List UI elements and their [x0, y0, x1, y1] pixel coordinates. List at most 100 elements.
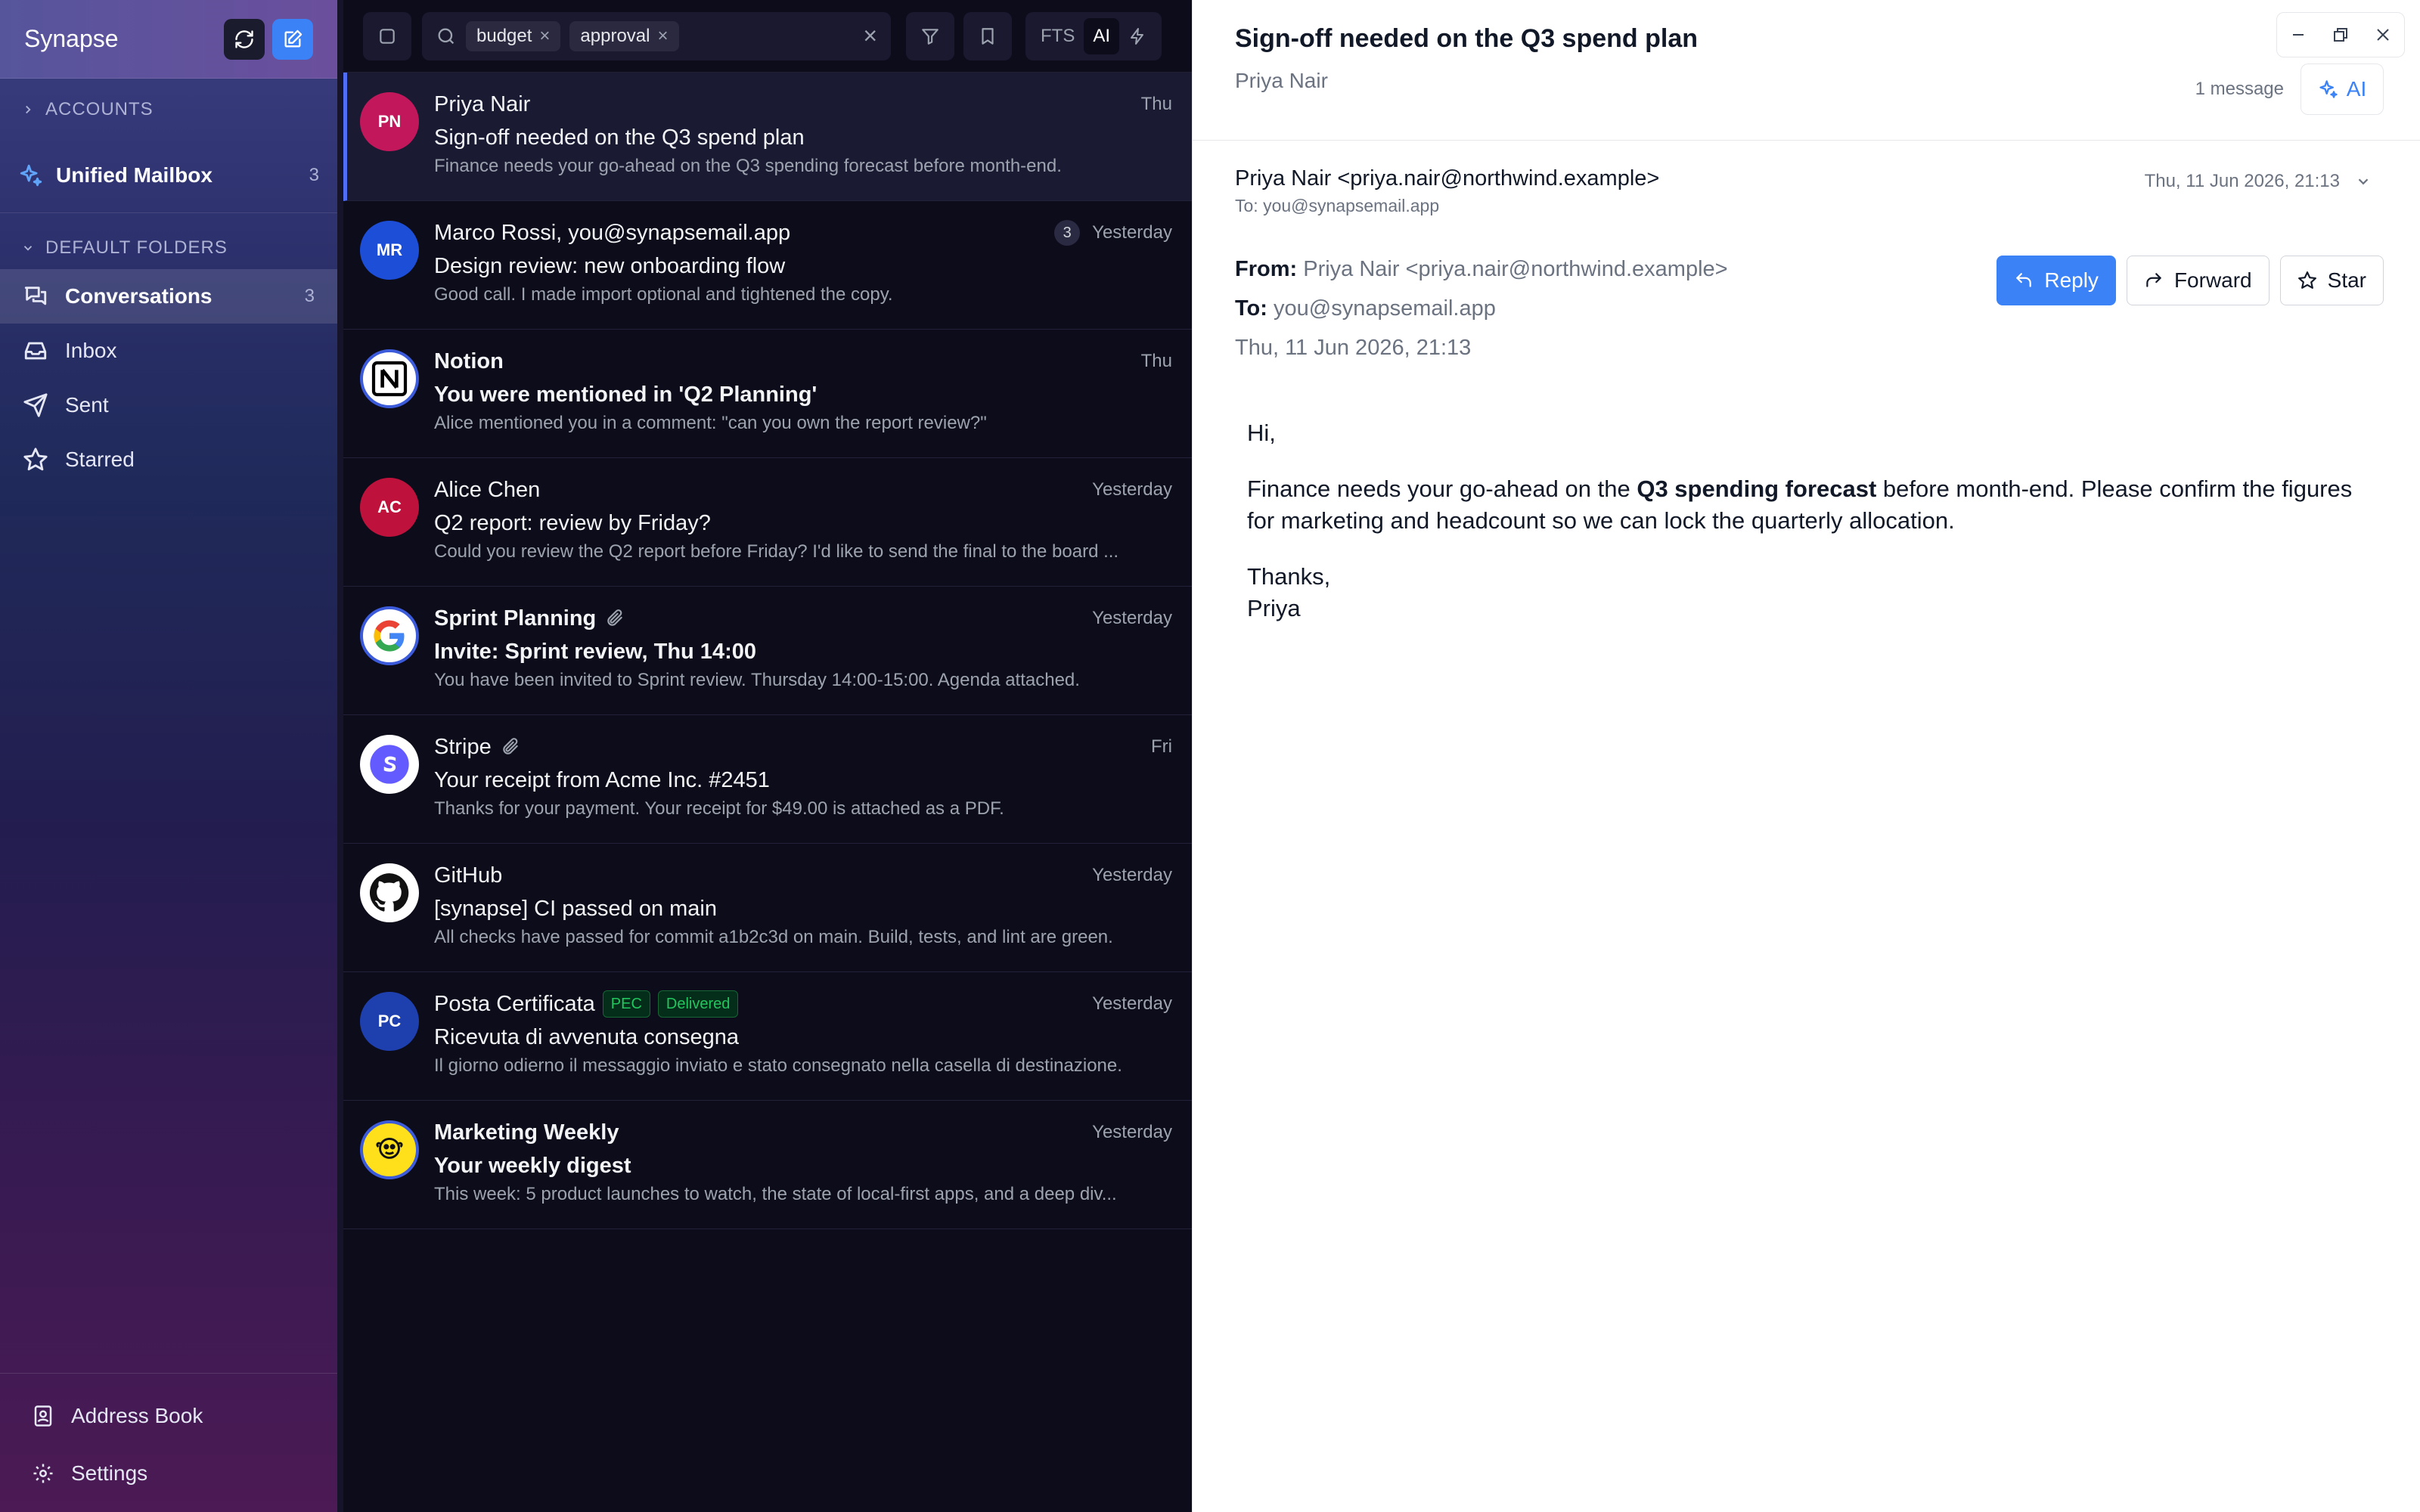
gear-icon: [33, 1464, 53, 1483]
sidebar-header: Synapse: [0, 0, 337, 79]
message-subject: Ricevuta di avvenuta consegna: [434, 1025, 740, 1049]
sync-button[interactable]: [224, 18, 265, 60]
message-sender: Sprint Planning: [434, 606, 597, 631]
message-snippet: Finance needs your go-ahead on the Q3 sp…: [434, 156, 1062, 176]
chevron-down-icon: [2358, 178, 2369, 185]
stripe-logo-icon: [360, 735, 419, 794]
compose-button[interactable]: [272, 18, 313, 60]
message-date: Yesterday: [1092, 993, 1172, 1014]
bookmark-icon: [982, 27, 994, 45]
delivered-badge: Delivered: [657, 990, 739, 1018]
message-snippet: Could you review the Q2 report before Fr…: [434, 541, 1119, 562]
message-sender: Marketing Weekly: [434, 1120, 619, 1145]
sidebar-item-starred[interactable]: Starred: [0, 432, 337, 487]
filter-button[interactable]: [906, 11, 954, 60]
from-label: From:: [1235, 257, 1298, 281]
message-row[interactable]: Notion Thu You were mentioned in 'Q2 Pla…: [343, 330, 1192, 458]
message-date: Yesterday: [1092, 1122, 1172, 1142]
restore-button[interactable]: [2332, 26, 2350, 44]
message-subject: Invite: Sprint review, Thu 14:00: [434, 640, 756, 664]
sidebar-item-label: Starred: [65, 448, 135, 471]
default-folders-label: DEFAULT FOLDERS: [45, 237, 228, 258]
mode-quick[interactable]: [1119, 18, 1156, 54]
message-snippet: Good call. I made import optional and ti…: [434, 284, 893, 305]
minimize-button[interactable]: [2289, 26, 2307, 44]
sidebar-item-label: Settings: [71, 1461, 148, 1485]
chevron-right-icon: [26, 105, 31, 114]
save-search-button[interactable]: [963, 11, 1012, 60]
message-date: Thu: [1140, 351, 1172, 371]
sidebar-item-settings[interactable]: Settings: [0, 1445, 337, 1502]
mailchimp-logo-icon: [360, 1120, 419, 1179]
mode-fts[interactable]: FTS: [1032, 18, 1084, 54]
message-sender: GitHub: [434, 863, 503, 888]
conversation-header: Sign-off needed on the Q3 spend plan Pri…: [1193, 0, 2420, 141]
search-chip-budget[interactable]: budget ×: [466, 20, 561, 51]
sparkle-icon: [2319, 80, 2338, 98]
google-logo-icon: [360, 606, 419, 665]
refresh-icon: [235, 29, 253, 48]
window-controls: [2276, 12, 2405, 57]
message-actions: Reply Forward Star: [1996, 256, 2384, 305]
pec-badge: PEC: [602, 990, 650, 1018]
list-toolbar: budget × approval × × FTS AI: [343, 0, 1192, 73]
paperclip-icon: [503, 738, 518, 754]
message-row[interactable]: PN Priya Nair Thu Sign-off needed on the…: [343, 73, 1192, 201]
message-row[interactable]: PC Posta Certificata PEC Delivered Yeste…: [343, 972, 1192, 1101]
compose-icon: [284, 29, 302, 47]
ai-button-label: AI: [2346, 77, 2367, 101]
message-row[interactable]: MR Marco Rossi, you@synapsemail.app 3 Ye…: [343, 201, 1192, 330]
message-header-date: Thu, 11 Jun 2026, 21:13: [2144, 171, 2340, 191]
message-date: Yesterday: [1092, 222, 1172, 243]
sidebar-item-sent[interactable]: Sent: [0, 378, 337, 432]
message-row[interactable]: Sprint Planning Yesterday Invite: Sprint…: [343, 587, 1192, 715]
message-row[interactable]: Marketing Weekly Yesterday Your weekly d…: [343, 1101, 1192, 1229]
message-row[interactable]: GitHub Yesterday [synapse] CI passed on …: [343, 844, 1192, 972]
sidebar-item-conversations[interactable]: Conversations 3: [0, 269, 337, 324]
reply-button[interactable]: Reply: [1996, 256, 2116, 305]
message-date-toggle[interactable]: Thu, 11 Jun 2026, 21:13: [2145, 171, 2372, 192]
ai-assist-button[interactable]: AI: [2301, 64, 2384, 115]
chip-label: approval: [580, 25, 650, 46]
message-date: Thu: [1140, 94, 1172, 114]
message-row[interactable]: AC Alice Chen Yesterday Q2 report: revie…: [343, 458, 1192, 587]
accounts-section-toggle[interactable]: ACCOUNTS: [0, 82, 337, 138]
close-button[interactable]: [2374, 26, 2392, 44]
unified-mailbox-count: 3: [309, 164, 319, 185]
message-subject: [synapse] CI passed on main: [434, 897, 717, 921]
sidebar-footer: Address Book Settings: [0, 1373, 337, 1512]
search-icon: [438, 28, 455, 44]
message-row[interactable]: Stripe Fri Your receipt from Acme Inc. #…: [343, 715, 1192, 844]
search-chip-approval[interactable]: approval ×: [569, 20, 679, 51]
sidebar: Synapse ACCOUNTS Unified Mailbox 3 DEFAU…: [0, 0, 337, 1512]
clear-search-icon[interactable]: ×: [863, 22, 877, 50]
mode-ai[interactable]: AI: [1084, 17, 1120, 54]
unified-mailbox-label: Unified Mailbox: [56, 163, 213, 187]
default-folders-toggle[interactable]: DEFAULT FOLDERS: [0, 227, 337, 269]
message-sender: Priya Nair: [434, 91, 531, 116]
search-input[interactable]: budget × approval × ×: [422, 11, 891, 60]
chip-remove-icon[interactable]: ×: [657, 26, 668, 47]
message-sender: Posta Certificata: [434, 991, 595, 1016]
inbox-icon: [24, 342, 47, 360]
message-date: Yesterday: [1092, 479, 1172, 500]
app-name: Synapse: [24, 25, 119, 52]
message-body: Hi, Finance needs your go-ahead on the Q…: [1193, 367, 2420, 624]
select-all-checkbox[interactable]: [363, 11, 411, 60]
message-subject: You were mentioned in 'Q2 Planning': [434, 383, 818, 407]
thread-count-badge: 3: [1054, 220, 1081, 246]
forward-button[interactable]: Forward: [2126, 256, 2270, 305]
from-value: Priya Nair <priya.nair@northwind.example…: [1303, 257, 1728, 281]
message-date: Fri: [1151, 736, 1172, 757]
avatar: MR: [360, 221, 419, 280]
sidebar-item-address-book[interactable]: Address Book: [0, 1387, 337, 1445]
message-date: Yesterday: [1092, 608, 1172, 628]
body-bold-text: Q3 spending forecast: [1637, 476, 1877, 502]
unified-mailbox[interactable]: Unified Mailbox 3: [0, 138, 337, 213]
sidebar-item-inbox[interactable]: Inbox: [0, 324, 337, 378]
chevron-down-icon: [23, 246, 33, 251]
chip-remove-icon[interactable]: ×: [539, 26, 550, 47]
star-button[interactable]: Star: [2279, 256, 2384, 305]
notion-logo-icon: [360, 349, 419, 408]
message-to-line: To: you@synapsemail.app: [1235, 196, 1440, 215]
